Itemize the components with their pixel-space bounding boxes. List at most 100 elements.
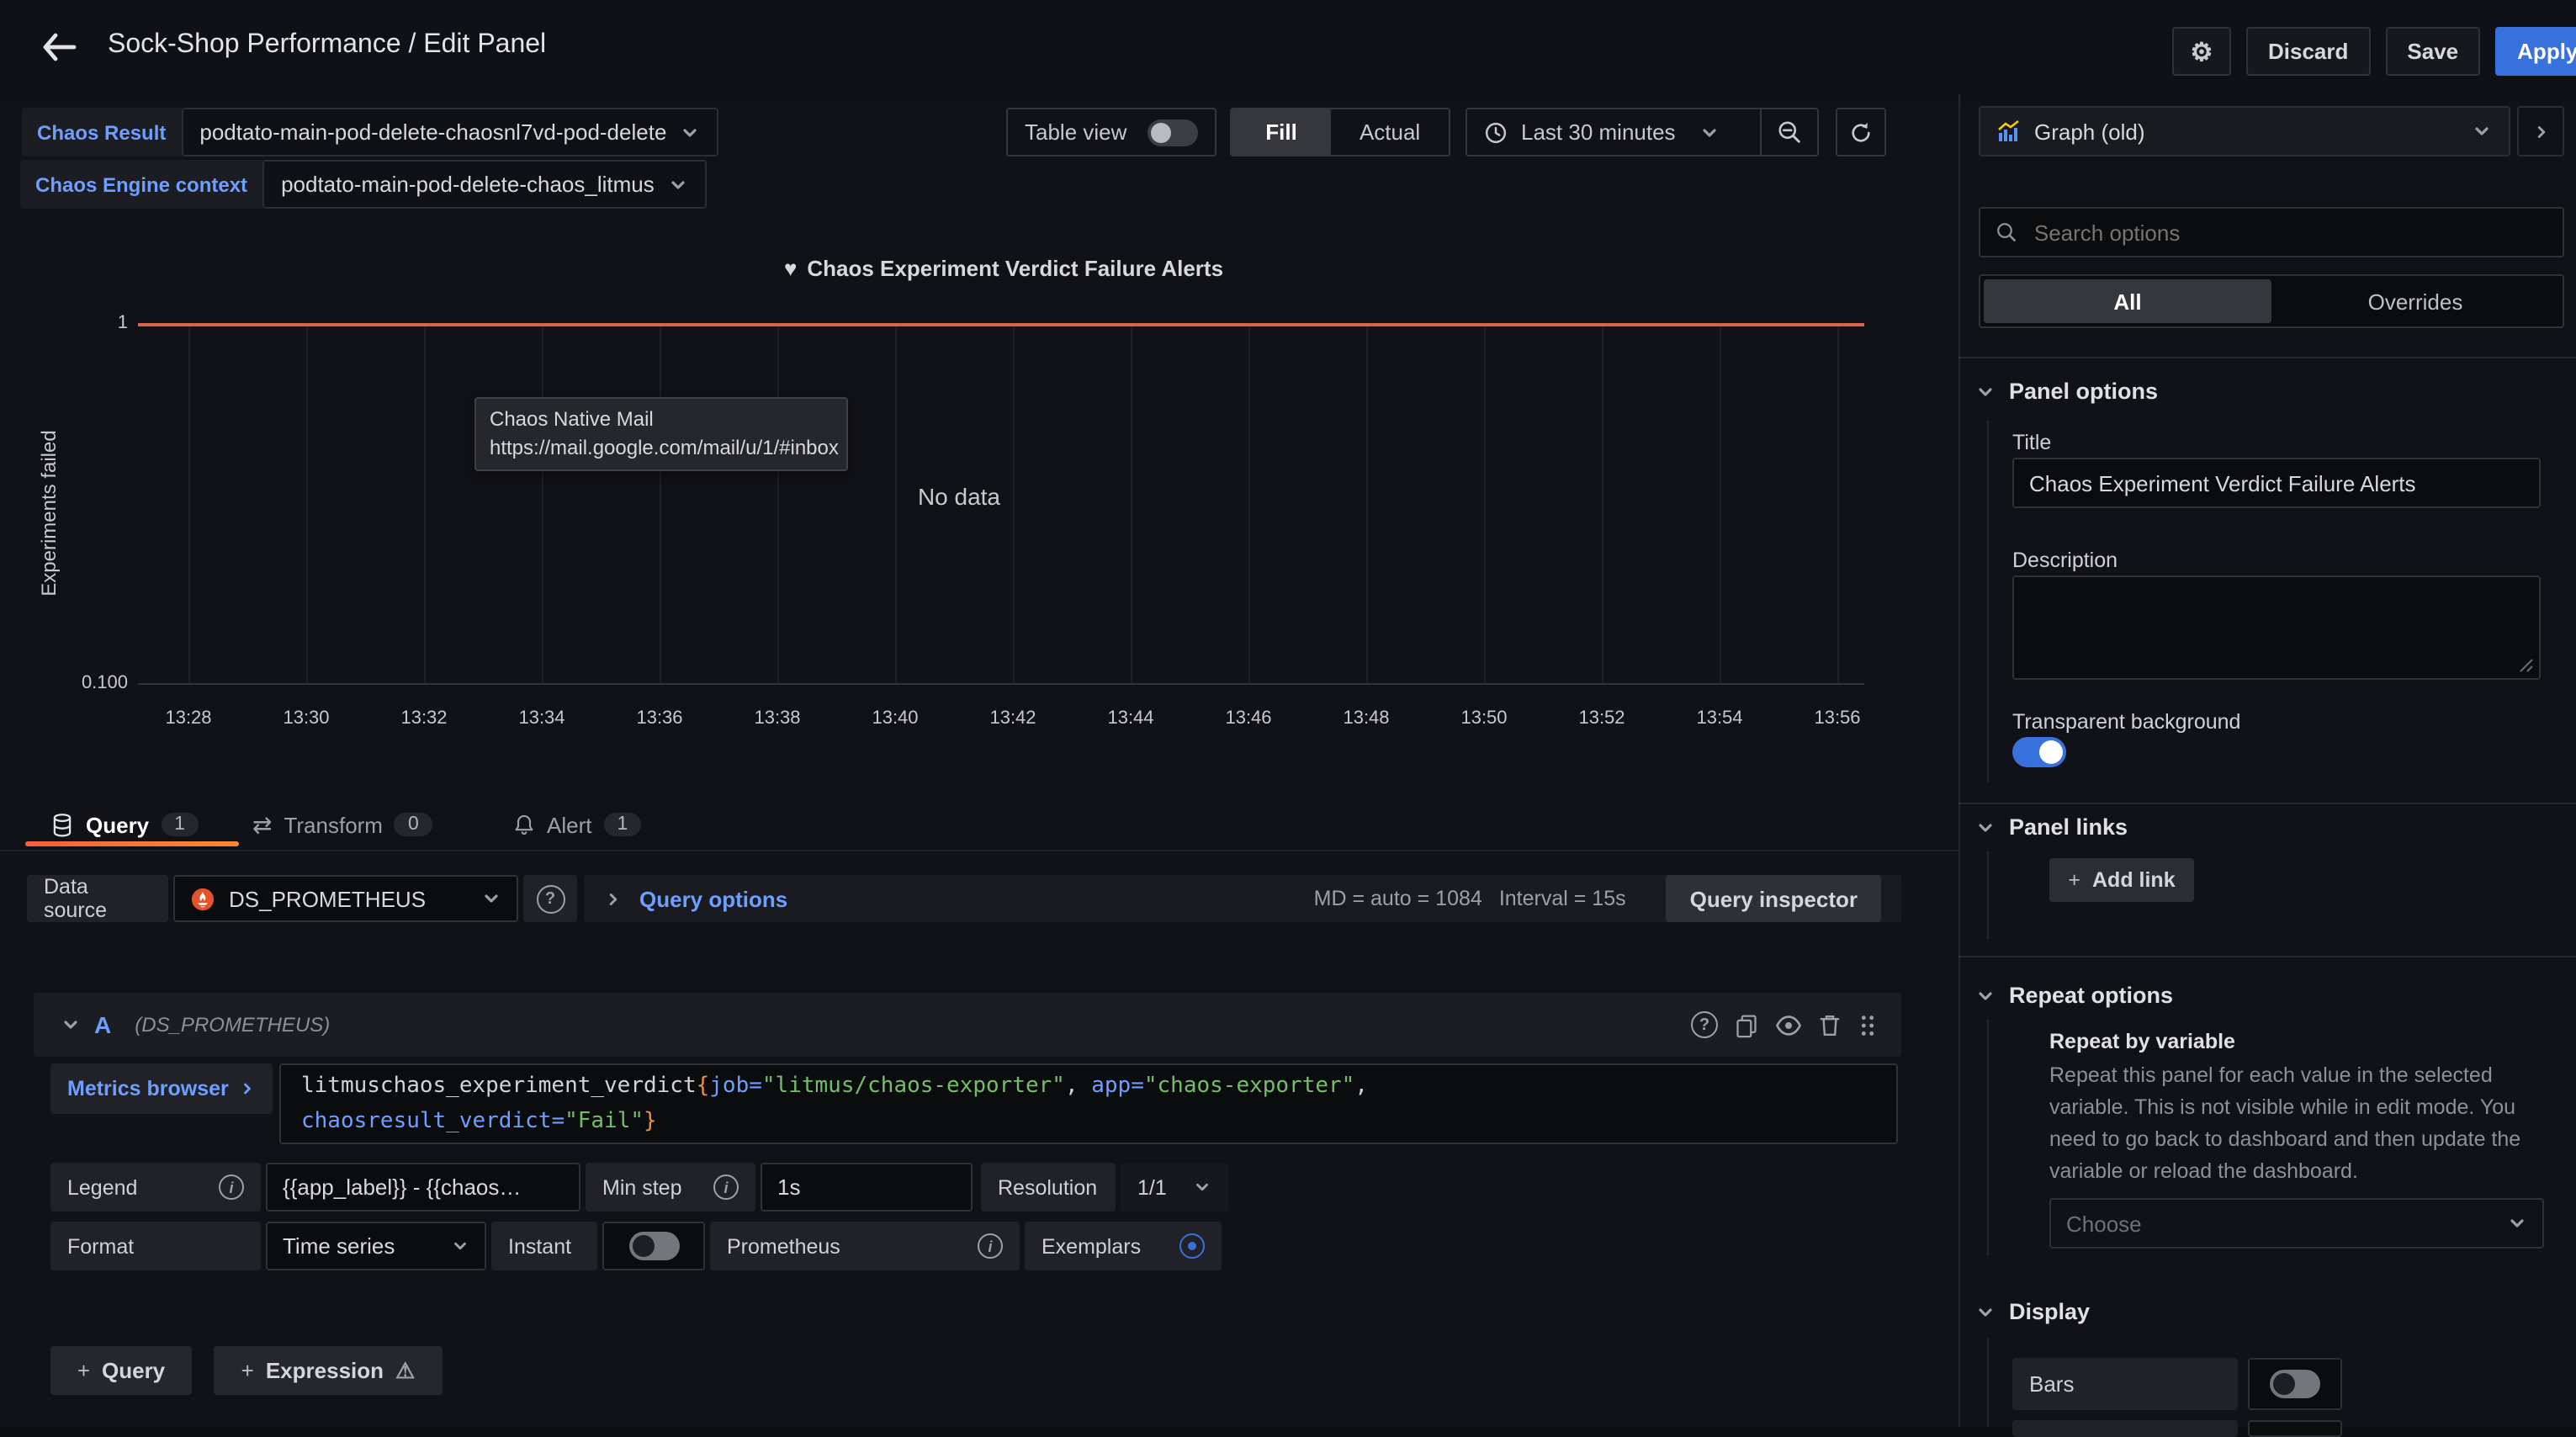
back-button[interactable]: [34, 24, 84, 71]
resize-handle-icon[interactable]: [2519, 658, 2534, 673]
collapse-options-button[interactable]: [2517, 106, 2564, 156]
chevron-down-icon: [61, 1015, 81, 1035]
panel-title-value: Chaos Experiment Verdict Failure Alerts: [2029, 470, 2416, 496]
repeat-options-header-label: Repeat options: [2009, 983, 2173, 1008]
query-datasource-hint: (DS_PROMETHEUS): [135, 1013, 330, 1037]
chevron-right-icon: [604, 889, 623, 908]
zoom-out-button[interactable]: [1762, 119, 1817, 145]
datasource-picker[interactable]: DS_PROMETHEUS: [173, 875, 518, 922]
duplicate-icon[interactable]: [1735, 1012, 1758, 1037]
search-options-input[interactable]: [2031, 218, 2547, 247]
table-view-control: Table view: [1006, 108, 1216, 156]
bars-toggle-box: [2248, 1358, 2342, 1410]
promql-token: ,: [1065, 1074, 1091, 1099]
instant-toggle[interactable]: [628, 1232, 679, 1260]
variable-label: Chaos Result: [22, 108, 181, 156]
refresh-button[interactable]: [1836, 108, 1886, 156]
legend-format-input[interactable]: {{app_label}} - {{chaos…: [266, 1163, 580, 1212]
panel-description-textarea[interactable]: [2012, 575, 2541, 680]
resolution-select[interactable]: 1/1: [1121, 1163, 1228, 1212]
y-tick-top: 1: [27, 313, 128, 333]
apply-button[interactable]: Apply: [2495, 27, 2576, 76]
fill-actual-switch: Fill Actual: [1230, 108, 1450, 156]
tab-alert[interactable]: Alert 1: [513, 799, 641, 850]
repeat-by-variable-label: Repeat by variable: [2049, 1030, 2235, 1053]
threshold-line: [138, 323, 1864, 326]
add-query-button[interactable]: +Query: [50, 1346, 192, 1395]
format-select[interactable]: Time series: [266, 1222, 486, 1270]
repeat-options-header[interactable]: Repeat options: [1975, 983, 2173, 1008]
tab-transform[interactable]: ⇄ Transform 0: [252, 799, 432, 850]
grid-line: [542, 326, 543, 683]
x-tick: 13:50: [1425, 708, 1543, 729]
drag-handle-icon[interactable]: [1858, 1012, 1878, 1037]
grid-line: [424, 326, 426, 683]
min-step-input[interactable]: 1s: [761, 1163, 973, 1212]
panel-settings-button[interactable]: ⚙: [2172, 27, 2231, 76]
panel-links-header[interactable]: Panel links: [1975, 814, 2128, 840]
next-option-row-partial: [2012, 1420, 2238, 1437]
resolution-label-box: Resolution: [981, 1163, 1116, 1212]
exemplars-icon[interactable]: [1179, 1233, 1205, 1259]
trash-icon[interactable]: [1819, 1012, 1841, 1037]
variable-value-dropdown[interactable]: podtato-main-pod-delete-chaos_litmus: [262, 160, 707, 209]
visualization-picker[interactable]: Graph (old): [1979, 106, 2510, 156]
variable-value-dropdown[interactable]: podtato-main-pod-delete-chaosnl7vd-pod-d…: [181, 108, 718, 156]
eye-icon[interactable]: [1775, 1014, 1802, 1036]
metrics-browser-button[interactable]: Metrics browser: [50, 1063, 273, 1114]
chevron-down-icon: [1975, 381, 1996, 401]
panel-title-input[interactable]: Chaos Experiment Verdict Failure Alerts: [2012, 458, 2541, 508]
datasource-help-button[interactable]: ?: [523, 875, 577, 922]
transparent-background-toggle[interactable]: [2012, 737, 2066, 767]
grid-line: [306, 326, 308, 683]
grid-line: [188, 326, 190, 683]
search-icon: [1996, 220, 2017, 244]
fill-option[interactable]: Fill: [1232, 109, 1331, 155]
table-view-toggle[interactable]: [1148, 119, 1198, 146]
save-button[interactable]: Save: [2385, 27, 2480, 76]
query-inspector-button[interactable]: Query inspector: [1667, 875, 1881, 922]
x-tick: 13:44: [1072, 708, 1190, 729]
visualization-name: Graph (old): [2034, 119, 2145, 144]
display-header[interactable]: Display: [1975, 1299, 2090, 1324]
prometheus-type-label: Prometheus: [727, 1234, 840, 1258]
time-range-picker[interactable]: Last 30 minutes: [1467, 119, 1760, 145]
promql-query-input[interactable]: litmuschaos_experiment_verdict{job="litm…: [279, 1063, 1898, 1144]
bars-toggle[interactable]: [2270, 1370, 2320, 1398]
metrics-browser-label: Metrics browser: [67, 1077, 229, 1100]
actual-option[interactable]: Actual: [1331, 109, 1449, 155]
chart-panel-title[interactable]: ♥Chaos Experiment Verdict Failure Alerts: [143, 256, 1864, 281]
table-view-label: Table view: [1025, 119, 1126, 145]
format-label-box: Format: [50, 1222, 261, 1270]
query-options-bar: Query options MD = auto = 1084 Interval …: [584, 875, 1901, 922]
prometheus-icon: [190, 886, 215, 911]
discard-button[interactable]: Discard: [2246, 27, 2370, 76]
tab-all[interactable]: All: [1984, 279, 2271, 323]
tooltip-title: Chaos Native Mail: [490, 406, 833, 434]
grafana-edit-panel: Sock-Shop Performance / Edit Panel ⚙ Dis…: [0, 0, 2576, 1427]
format-value: Time series: [283, 1233, 395, 1259]
add-expression-button[interactable]: +Expression⚠: [214, 1346, 443, 1395]
help-icon[interactable]: ?: [1691, 1011, 1718, 1038]
panel-options-header[interactable]: Panel options: [1975, 379, 2158, 404]
info-icon: i: [219, 1175, 244, 1200]
query-options-toggle[interactable]: Query options: [639, 886, 787, 911]
chevron-down-icon: [451, 1237, 469, 1255]
time-range-control: Last 30 minutes: [1466, 108, 1819, 156]
add-link-button[interactable]: +Add link: [2049, 858, 2194, 902]
x-tick: 13:32: [365, 708, 483, 729]
query-row-header[interactable]: A (DS_PROMETHEUS) ?: [34, 993, 1901, 1057]
search-options-box[interactable]: [1979, 207, 2564, 257]
transform-count-badge: 0: [395, 813, 432, 836]
options-filter-tabs: All Overrides: [1979, 274, 2564, 328]
tab-overrides[interactable]: Overrides: [2271, 279, 2559, 323]
section-divider: [1959, 357, 2576, 358]
repeat-variable-select[interactable]: Choose: [2049, 1198, 2544, 1249]
graph-viz-icon: [1997, 119, 2021, 143]
panel-links-header-label: Panel links: [2009, 814, 2128, 840]
y-tick-bottom: 0.100: [27, 673, 128, 693]
time-range-label: Last 30 minutes: [1521, 119, 1676, 145]
clock-icon: [1484, 120, 1508, 144]
add-link-label: Add link: [2092, 868, 2176, 892]
chevron-down-icon: [1975, 985, 1996, 1005]
